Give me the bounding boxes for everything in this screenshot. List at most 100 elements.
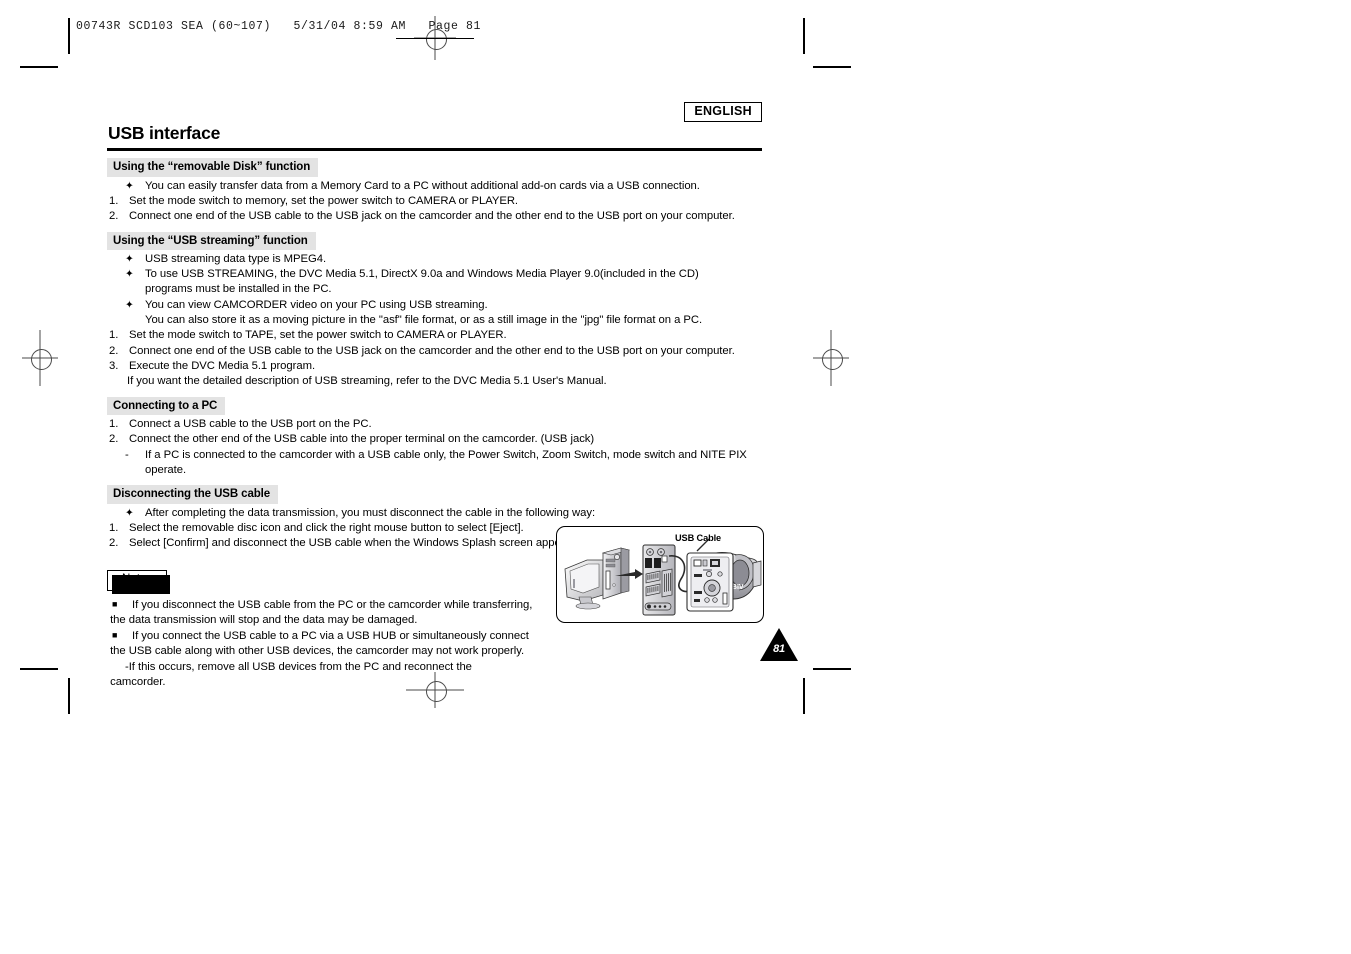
note-line: camcorder.	[107, 675, 762, 690]
body-line: You can also store it as a moving pictur…	[107, 313, 762, 328]
body-line-text: Connect a USB cable to the USB port on t…	[129, 417, 372, 430]
list-number: 2.	[109, 433, 119, 446]
note-line-text: the USB cable along with other USB devic…	[110, 645, 525, 658]
section-heading: Using the “removable Disk” function	[107, 158, 319, 177]
note-line-text: If you disconnect the USB cable from the…	[132, 599, 533, 612]
note-line: the USB cable along with other USB devic…	[107, 644, 762, 659]
crop-mark-top-left-vertical	[68, 18, 70, 54]
body-line: 1. Set the mode switch to memory, set the…	[107, 194, 762, 209]
registration-mark-left	[22, 330, 58, 386]
usb-cable-label: USB Cable	[675, 533, 722, 543]
dash-bullet-icon: -	[125, 448, 129, 461]
body-line-text: Connect the other end of the USB cable i…	[129, 433, 595, 446]
registration-mark-right	[813, 330, 849, 386]
body-line: 2. Connect one end of the USB cable to th…	[107, 209, 762, 224]
list-number: 1.	[109, 329, 119, 342]
crop-mark-top-right-vertical	[803, 18, 805, 54]
printer-slug-line: 00743R SCD103 SEA (60~107) 5/31/04 8:59 …	[76, 20, 482, 33]
crop-mark-top-left-horizontal	[20, 66, 58, 68]
body-line-text: Connect one end of the USB cable to the …	[129, 344, 735, 357]
body-line: operate.	[107, 463, 762, 478]
body-line-text: Set the mode switch to memory, set the p…	[129, 194, 519, 207]
body-line-text: Set the mode switch to TAPE, set the pow…	[129, 329, 507, 342]
section-heading: Connecting to a PC	[107, 396, 226, 415]
note-line-text: If you connect the USB cable to a PC via…	[132, 630, 529, 643]
note-line: -If this occurs, remove all USB devices …	[107, 660, 762, 675]
list-number: 2.	[109, 210, 119, 223]
language-badge: ENGLISH	[684, 102, 762, 122]
body-line: ✦ To use USB STREAMING, the DVC Media 5.1…	[107, 267, 762, 282]
body-line: If you want the detailed description of …	[107, 374, 762, 389]
body-line: ✦ You can easily transfer data from a Mem…	[107, 179, 762, 194]
body-line-text: Connect one end of the USB cable to the …	[129, 210, 735, 223]
note-line-text: camcorder.	[110, 675, 166, 688]
square-bullet-icon: ■	[112, 630, 118, 641]
list-number: 3.	[109, 359, 119, 372]
body-line: 1. Set the mode switch to TAPE, set the p…	[107, 328, 762, 343]
body-line-text: You can also store it as a moving pictur…	[145, 314, 703, 327]
club-bullet-icon: ✦	[125, 506, 134, 519]
printer-slug-underline	[396, 38, 474, 39]
crop-mark-bottom-right-vertical	[803, 678, 805, 714]
club-bullet-icon: ✦	[125, 298, 134, 311]
body-line: 2. Connect one end of the USB cable to th…	[107, 344, 762, 359]
note-line-text: If this occurs, remove all USB devices f…	[128, 660, 472, 673]
list-number: 1.	[109, 521, 119, 534]
list-number: 1.	[109, 194, 119, 207]
body-line: ✦ You can view CAMCORDER video on your PC…	[107, 298, 762, 313]
body-line: - If a PC is connected to the camcorder w…	[107, 448, 762, 463]
body-line: 1. Connect a USB cable to the USB port on…	[107, 417, 762, 432]
section-lines: ✦ USB streaming data type is MPEG4. ✦ To us…	[107, 252, 762, 390]
body-line: ✦ USB streaming data type is MPEG4.	[107, 252, 762, 267]
crop-mark-bottom-left-horizontal	[20, 668, 58, 670]
body-line: 3. Execute the DVC Media 5.1 program.	[107, 359, 762, 374]
body-line-text: You can easily transfer data from a Memo…	[145, 179, 700, 192]
pc-monitor-graphic	[564, 559, 604, 610]
body-line-text: programs must be installed in the PC.	[145, 283, 332, 296]
body-line-text: You can view CAMCORDER video on your PC …	[145, 298, 488, 311]
pc-tower-graphic	[601, 547, 631, 600]
section-heading: Disconnecting the USB cable	[107, 485, 279, 504]
body-line-text: operate.	[145, 463, 187, 476]
crop-mark-bottom-right-horizontal	[813, 668, 851, 670]
sections-container: Using the “removable Disk” function ✦ You …	[107, 151, 762, 551]
section-lines: 1. Connect a USB cable to the USB port on…	[107, 417, 762, 478]
camcorder-jack-panel-graphic	[686, 552, 734, 612]
club-bullet-icon: ✦	[125, 179, 134, 192]
notes-tag: Notes	[107, 570, 171, 594]
section-lines: ✦ You can easily transfer data from a Mem…	[107, 179, 762, 225]
page-number: 81	[773, 643, 785, 655]
body-line: programs must be installed in the PC.	[107, 282, 762, 297]
body-line-text: USB streaming data type is MPEG4.	[145, 252, 327, 265]
body-line-text: To use USB STREAMING, the DVC Media 5.1,…	[145, 268, 699, 281]
club-bullet-icon: ✦	[125, 268, 134, 281]
usb-connection-diagram-svg: IIBIV	[564, 538, 762, 616]
body-line-text: Select [Confirm] and disconnect the USB …	[129, 537, 580, 550]
list-number: 1.	[109, 417, 119, 430]
section-heading: Using the “USB streaming” function	[107, 231, 316, 250]
body-line: 2. Connect the other end of the USB cable…	[107, 432, 762, 447]
square-bullet-icon: ■	[112, 599, 118, 610]
body-line: ✦ After completing the data transmission,…	[107, 506, 762, 521]
crop-mark-bottom-left-vertical	[68, 678, 70, 714]
list-number: 2.	[109, 537, 119, 550]
note-line-text: the data transmission will stop and the …	[110, 614, 418, 627]
list-number: 2.	[109, 344, 119, 357]
crop-mark-top-right-horizontal	[813, 66, 851, 68]
page-number-flag: 81	[760, 628, 798, 661]
body-line-text: Execute the DVC Media 5.1 program.	[129, 359, 316, 372]
body-line-text: After completing the data transmission, …	[145, 506, 596, 519]
page-title: USB interface	[108, 123, 221, 143]
dash-bullet-icon: -	[125, 660, 129, 673]
club-bullet-icon: ✦	[125, 252, 134, 265]
manual-page: ENGLISH USB interface Using the “removab…	[107, 100, 798, 690]
body-line-text: If a PC is connected to the camcorder wi…	[145, 448, 747, 461]
body-line-text: If you want the detailed description of …	[127, 375, 607, 388]
body-line-text: Select the removable disc icon and click…	[129, 521, 524, 534]
usb-connection-illustration: IIBIV USB Cable	[556, 526, 764, 623]
note-line: ■ If you connect the USB cable to a PC vi…	[107, 628, 762, 644]
